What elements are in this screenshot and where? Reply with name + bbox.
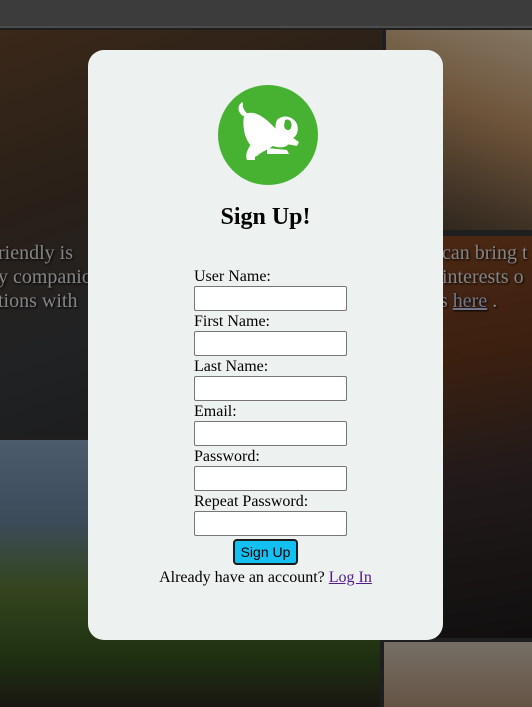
username-input[interactable] [194, 286, 347, 311]
dog-logo [218, 85, 318, 185]
email-input[interactable] [194, 421, 347, 446]
login-prompt-row: Already have an account? Log In [88, 569, 443, 587]
login-link[interactable]: Log In [329, 569, 372, 586]
last-name-label: Last Name: [194, 358, 269, 375]
signup-form: User Name: First Name: Last Name: Email:… [194, 268, 354, 538]
signup-button[interactable]: Sign Up [232, 539, 299, 565]
login-prompt-text: Already have an account? [159, 569, 325, 586]
username-label: User Name: [194, 268, 271, 285]
last-name-input[interactable] [194, 376, 347, 401]
signup-modal: Sign Up! User Name: First Name: Last Nam… [88, 50, 443, 640]
first-name-label: First Name: [194, 313, 270, 330]
signup-title: Sign Up! [220, 204, 311, 230]
password-input[interactable] [194, 466, 347, 491]
submit-row: Sign Up [88, 539, 443, 565]
repeat-password-label: Repeat Password: [194, 493, 309, 510]
first-name-input[interactable] [194, 331, 347, 356]
dog-icon [238, 102, 299, 160]
email-label: Email: [194, 403, 237, 420]
repeat-password-input[interactable] [194, 511, 347, 536]
password-label: Password: [194, 448, 260, 465]
